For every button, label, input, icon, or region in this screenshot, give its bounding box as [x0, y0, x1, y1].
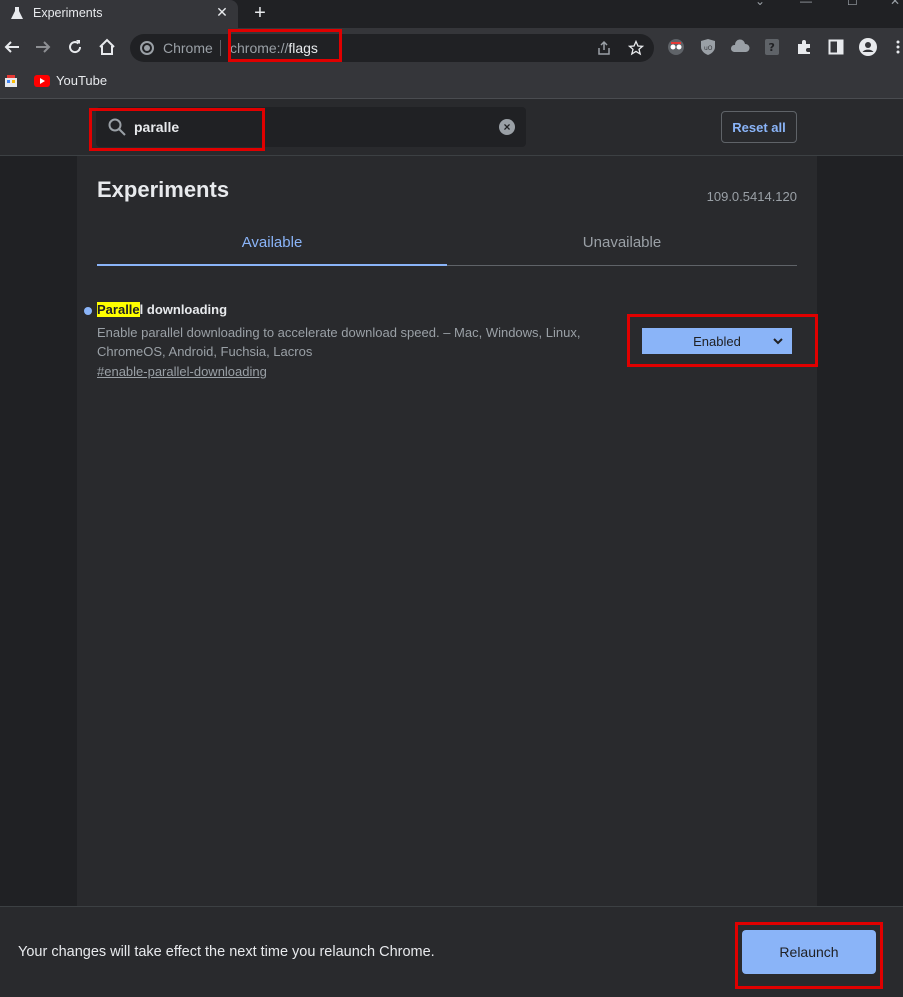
browser-tab[interactable]: Experiments ✕	[0, 0, 238, 28]
ublock-shield-icon[interactable]: uO	[698, 37, 718, 57]
profile-avatar[interactable]	[858, 37, 878, 57]
extension-cloud-icon[interactable]	[730, 37, 750, 57]
version-label: 109.0.5414.120	[706, 189, 797, 204]
minimize-icon[interactable]: —	[800, 0, 814, 8]
close-tab-icon[interactable]: ✕	[214, 4, 230, 20]
side-panel-icon[interactable]	[826, 37, 846, 57]
extension-glasses-icon[interactable]	[666, 37, 686, 57]
chrome-icon	[140, 41, 154, 55]
bookmark-youtube[interactable]: YouTube	[34, 73, 107, 88]
back-arrow-icon	[4, 41, 19, 53]
omnibox-url[interactable]: chrome://flags	[230, 40, 318, 56]
youtube-icon	[34, 74, 50, 87]
search-box: ×	[96, 107, 526, 147]
tab-unavailable[interactable]: Unavailable	[447, 226, 797, 266]
flag-state-value: Enabled	[693, 333, 741, 349]
bookmark-label: YouTube	[56, 73, 108, 88]
close-window-icon[interactable]: ✕	[890, 0, 903, 8]
extension-help-icon[interactable]: ?	[762, 37, 782, 57]
url-host: flags	[288, 40, 318, 56]
maximize-icon[interactable]: ☐	[847, 0, 861, 8]
tab-strip: Experiments ✕ + ⌄ — ☐ ✕	[0, 0, 903, 28]
svg-text:?: ?	[769, 41, 775, 54]
toolbar: Chrome chrome://flags uO ?	[0, 28, 903, 68]
search-icon	[108, 118, 126, 136]
forward-button[interactable]	[32, 36, 54, 58]
home-button[interactable]	[96, 36, 118, 58]
flags-header: × Reset all	[0, 99, 903, 156]
tab-bar: Available Unavailable	[97, 226, 797, 266]
flag-item: Parallel downloading Enable parallel dow…	[84, 302, 797, 379]
new-tab-button[interactable]: +	[250, 3, 270, 23]
url-scheme: chrome://	[230, 40, 289, 56]
apps-icon[interactable]	[4, 74, 18, 88]
forward-arrow-icon	[36, 41, 51, 53]
relaunch-message: Your changes will take effect the next t…	[18, 944, 435, 960]
share-icon[interactable]	[596, 40, 612, 56]
relaunch-bar: Your changes will take effect the next t…	[0, 906, 903, 997]
chevron-down-icon	[773, 338, 783, 345]
tab-search-icon[interactable]: ⌄	[755, 0, 769, 8]
right-gutter	[817, 156, 903, 906]
flag-permalink[interactable]: #enable-parallel-downloading	[97, 364, 797, 379]
clear-search-icon[interactable]: ×	[499, 119, 515, 135]
puzzle-extensions-icon[interactable]	[794, 37, 814, 57]
bookmark-star-icon[interactable]	[628, 40, 644, 56]
page-title: Experiments	[97, 177, 230, 202]
svg-text:uO: uO	[704, 45, 713, 52]
reload-icon	[69, 40, 82, 54]
search-match-highlight: Paralle	[97, 302, 140, 317]
flag-state-select[interactable]: Enabled	[642, 328, 792, 354]
relaunch-button[interactable]: Relaunch	[742, 930, 876, 974]
flag-name: Parallel downloading	[97, 302, 797, 317]
home-icon	[99, 38, 115, 55]
tab-available[interactable]: Available	[97, 226, 447, 266]
flag-description: Enable parallel downloading to accelerat…	[97, 325, 581, 359]
omnibox[interactable]: Chrome chrome://flags	[130, 34, 654, 62]
flag-name-rest: l downloading	[139, 302, 228, 317]
left-gutter	[0, 156, 77, 906]
menu-kebab-icon[interactable]	[888, 37, 903, 57]
reset-all-button[interactable]: Reset all	[721, 111, 797, 143]
back-button[interactable]	[1, 36, 23, 58]
reload-button[interactable]	[64, 36, 86, 58]
flask-icon	[11, 7, 23, 19]
experiments-panel: Experiments 109.0.5414.120 Available Una…	[77, 156, 817, 906]
search-input[interactable]	[134, 115, 484, 139]
modified-indicator	[84, 307, 92, 315]
bookmarks-bar: YouTube	[0, 68, 903, 99]
tab-title: Experiments	[33, 6, 103, 20]
omnibox-chip: Chrome	[163, 40, 213, 56]
omnibox-separator	[220, 40, 221, 56]
